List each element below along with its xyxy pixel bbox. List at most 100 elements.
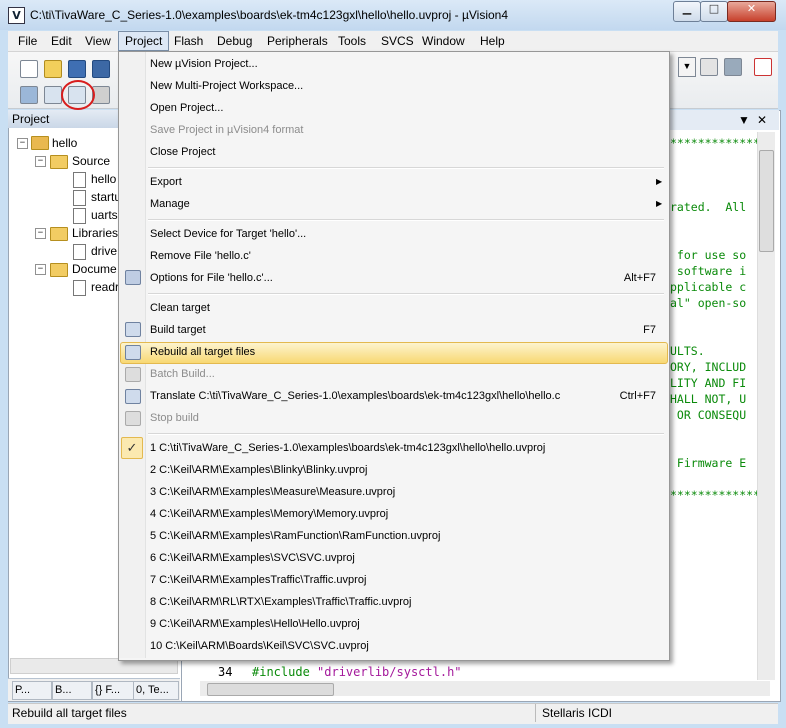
menu-item-open-project[interactable]: Open Project... — [150, 97, 223, 119]
rebuild-icon — [125, 345, 141, 360]
target-combo-dropdown[interactable]: ▼ — [678, 57, 696, 77]
red-highlight-circle — [61, 80, 95, 110]
tree-file[interactable]: startu — [91, 188, 121, 206]
menu-item-rebuild-all[interactable]: Rebuild all target files — [150, 341, 255, 363]
recent-project-item[interactable]: 7 C:\Keil\ARM\ExamplesTraffic\Traffic.uv… — [150, 569, 366, 591]
menu-separator — [148, 219, 664, 221]
tree-file[interactable]: drive — [91, 242, 117, 260]
options-wrench-icon — [125, 270, 141, 285]
tab-books[interactable]: B... — [52, 681, 92, 700]
recent-project-item[interactable]: 4 C:\Keil\ARM\Examples\Memory\Memory.uvp… — [150, 503, 388, 525]
editor-vertical-thumb[interactable] — [759, 150, 774, 252]
translate-icon — [125, 389, 141, 404]
menu-item-clean-target[interactable]: Clean target — [150, 297, 210, 319]
code-line: ULTS. — [670, 344, 705, 358]
c-file-icon — [73, 172, 86, 188]
menu-item-remove-file[interactable]: Remove File 'hello.c' — [150, 245, 251, 267]
menu-item-options-file[interactable]: Options for File 'hello.c'... — [150, 267, 273, 289]
recent-project-item[interactable]: 9 C:\Keil\ARM\Examples\Hello\Hello.uvpro… — [150, 613, 360, 635]
menu-project[interactable]: Project — [118, 31, 170, 51]
code-line: ************* — [670, 136, 761, 150]
submenu-arrow-icon: ▶ — [656, 199, 663, 208]
menu-separator — [148, 167, 664, 169]
menu-edit[interactable]: Edit — [45, 31, 78, 51]
menu-svcs[interactable]: SVCS — [375, 31, 420, 51]
tree-item-libraries[interactable]: Libraries — [72, 224, 118, 242]
tree-file[interactable]: readr — [91, 278, 119, 296]
tree-file[interactable]: hello — [91, 170, 116, 188]
menu-item-select-device[interactable]: Select Device for Target 'hello'... — [150, 223, 306, 245]
tree-collapse-documentation[interactable]: − — [35, 264, 46, 275]
menu-item-close-project[interactable]: Close Project — [150, 141, 215, 163]
recent-project-item[interactable]: 5 C:\Keil\ARM\Examples\RamFunction\RamFu… — [150, 525, 440, 547]
tree-file[interactable]: uarts — [91, 206, 118, 224]
menu-debug[interactable]: Debug — [211, 31, 258, 51]
code-line: al" open-so — [670, 296, 747, 310]
tab-project[interactable]: P... — [12, 681, 52, 700]
menu-separator — [148, 293, 664, 295]
menu-item-manage[interactable]: Manage — [150, 193, 190, 215]
window-title: C:\ti\TivaWare_C_Series-1.0\examples\boa… — [30, 8, 509, 22]
menu-item-batch-build: Batch Build... — [150, 368, 215, 380]
code-line: Firmware E — [670, 456, 747, 470]
menu-peripherals[interactable]: Peripherals — [261, 31, 334, 51]
tree-item-source[interactable]: Source — [72, 152, 110, 170]
recent-project-item[interactable]: 1 C:\ti\TivaWare_C_Series-1.0\examples\b… — [150, 437, 545, 459]
c-file-icon — [73, 190, 86, 206]
build-icon[interactable] — [44, 86, 62, 104]
menu-flash[interactable]: Flash — [168, 31, 209, 51]
recent-project-item[interactable]: 8 C:\Keil\ARM\RL\RTX\Examples\Traffic\Tr… — [150, 591, 411, 613]
tools-icon[interactable] — [724, 58, 742, 76]
c-file-icon — [73, 208, 86, 224]
recent-project-item[interactable]: 10 C:\Keil\ARM\Boards\Keil\SVC\SVC.uvpro… — [150, 635, 369, 657]
code-line: LITY AND FI — [670, 376, 747, 390]
minimize-button[interactable]: ▁ — [673, 1, 701, 22]
editor-horizontal-thumb[interactable] — [207, 683, 334, 696]
tree-item-root[interactable]: hello — [52, 134, 77, 152]
line-number: 34 — [218, 665, 233, 679]
maximize-button[interactable]: □ — [700, 1, 728, 22]
editor-close-icon[interactable]: ✕ — [757, 113, 767, 127]
menu-window[interactable]: Window — [416, 31, 471, 51]
submenu-arrow-icon: ▶ — [656, 177, 663, 186]
translate-icon[interactable] — [20, 86, 38, 104]
folder-icon — [50, 227, 68, 241]
status-debugger: Stellaris ICDI — [542, 706, 613, 720]
shortcut-options: Alt+F7 — [623, 272, 656, 284]
uvision-app-icon[interactable]: V — [8, 7, 25, 24]
configure-icon[interactable] — [700, 58, 718, 76]
tree-collapse-source[interactable]: − — [35, 156, 46, 167]
code-line: pplicable c — [670, 280, 747, 294]
menu-view[interactable]: View — [79, 31, 117, 51]
tab-templates[interactable]: 0, Te... — [133, 681, 179, 700]
tree-item-documentation[interactable]: Docume — [72, 260, 117, 278]
code-line: HALL NOT, U — [670, 392, 747, 406]
menu-item-translate[interactable]: Translate C:\ti\TivaWare_C_Series-1.0\ex… — [150, 385, 590, 407]
lib-file-icon — [73, 244, 86, 260]
tree-collapse-root[interactable]: − — [17, 138, 28, 149]
tree-collapse-libraries[interactable]: − — [35, 228, 46, 239]
menu-tools[interactable]: Tools — [332, 31, 372, 51]
code-line: software i — [670, 264, 747, 278]
save-all-icon[interactable] — [92, 60, 110, 78]
recent-project-item[interactable]: 2 C:\Keil\ARM\Examples\Blinky\Blinky.uvp… — [150, 459, 367, 481]
new-file-icon[interactable] — [20, 60, 38, 78]
tab-functions[interactable]: {} F... — [92, 681, 134, 700]
folder-icon — [50, 155, 68, 169]
save-icon[interactable] — [68, 60, 86, 78]
code-line: ORY, INCLUD — [670, 360, 747, 374]
menu-item-stop-build: Stop build — [150, 412, 199, 424]
recent-project-item[interactable]: 3 C:\Keil\ARM\Examples\Measure\Measure.u… — [150, 481, 395, 503]
zoom-icon[interactable] — [754, 58, 772, 76]
menu-item-build-target[interactable]: Build target — [150, 319, 206, 341]
close-window-button[interactable]: ✕ — [727, 1, 776, 22]
code-line: rated. All — [670, 200, 747, 214]
menu-help[interactable]: Help — [474, 31, 511, 51]
menu-item-export[interactable]: Export — [150, 171, 182, 193]
menu-item-new-project[interactable]: New µVision Project... — [150, 53, 258, 75]
menu-file[interactable]: File — [12, 31, 43, 51]
menu-item-new-multi-project[interactable]: New Multi-Project Workspace... — [150, 75, 303, 97]
recent-project-item[interactable]: 6 C:\Keil\ARM\Examples\SVC\SVC.uvproj — [150, 547, 355, 569]
open-folder-icon[interactable] — [44, 60, 62, 78]
editor-pin-icon[interactable]: ▼ — [738, 113, 750, 127]
